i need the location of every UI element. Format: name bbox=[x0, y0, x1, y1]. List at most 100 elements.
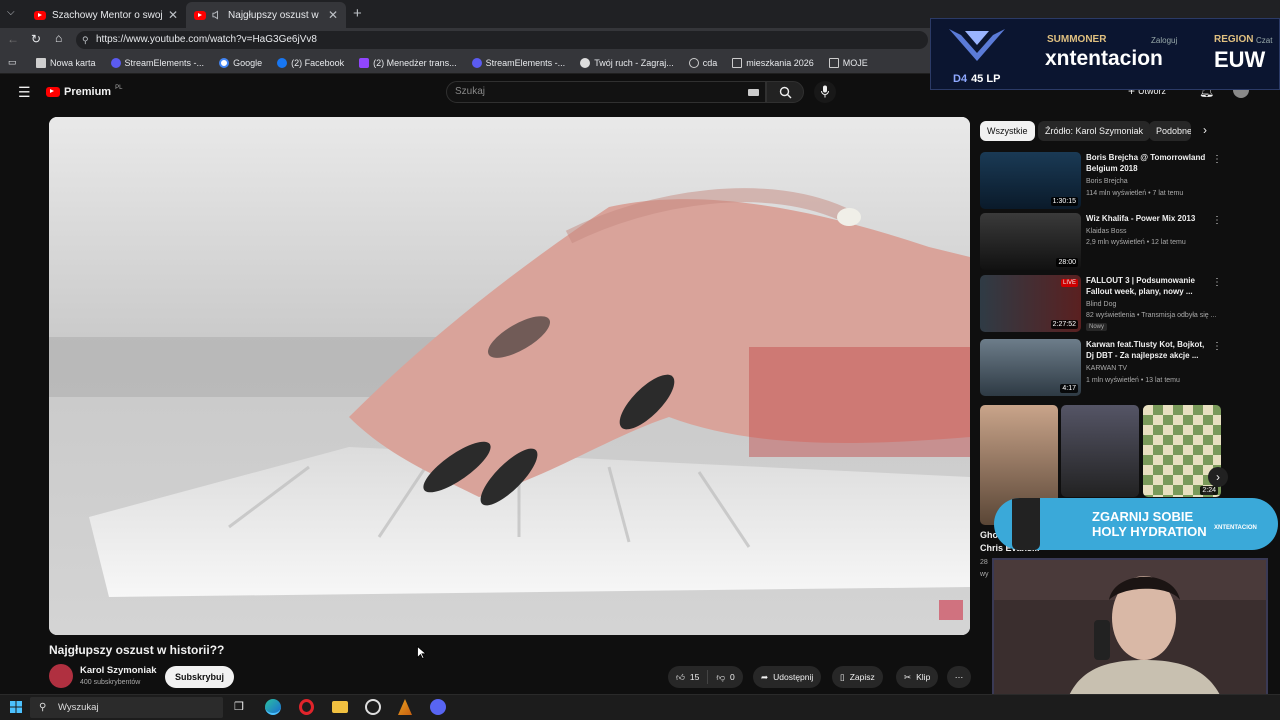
voice-search-button[interactable] bbox=[814, 81, 836, 103]
tab-title: Szachowy Mentor o swojej działalności bbox=[52, 9, 162, 21]
bookmark-chess[interactable]: Twój ruch - Zagraj... bbox=[580, 57, 674, 68]
video-title: Karwan feat.Tlusty Kot, Bojkot, Dj DBT -… bbox=[1086, 340, 1205, 360]
webcam-feed bbox=[994, 560, 1266, 710]
list-item[interactable]: 1:30:15 Boris Brejcha @ Tomorrowland Bel… bbox=[980, 152, 1222, 210]
browser-tab-1[interactable]: Szachowy Mentor o swojej działalności ✕ bbox=[26, 2, 186, 28]
subscribe-button[interactable]: Subskrybuj bbox=[165, 666, 235, 688]
bookmark-facebook[interactable]: (2) Facebook bbox=[277, 57, 344, 68]
list-item[interactable]: LIVE 2:27:52 FALLOUT 3 | Podsumowanie Fa… bbox=[980, 275, 1222, 333]
chess-app-icon[interactable] bbox=[365, 699, 381, 715]
task-view-icon[interactable]: ❒ bbox=[234, 700, 244, 713]
list-item[interactable]: 4:17 Karwan feat.Tlusty Kot, Bojkot, Dj … bbox=[980, 339, 1222, 397]
youtube-logo-icon bbox=[46, 87, 60, 97]
youtube-logo[interactable]: Premium PL bbox=[46, 85, 122, 98]
bookmark-mieszkania[interactable]: mieszkania 2026 bbox=[732, 57, 814, 68]
shorts-next-icon[interactable]: › bbox=[1208, 467, 1228, 487]
region-value: EUW bbox=[1214, 47, 1266, 72]
divider bbox=[707, 670, 709, 684]
like-button[interactable]: 👍︎ 15 bbox=[676, 666, 699, 688]
video-thumbnail[interactable]: 4:17 bbox=[980, 339, 1081, 396]
chip-all[interactable]: Wszystkie bbox=[980, 121, 1035, 141]
keyboard-icon[interactable] bbox=[748, 89, 759, 96]
channel-name: Klaidas Boss bbox=[1086, 228, 1127, 235]
duration-badge: 28:00 bbox=[1056, 258, 1078, 267]
tab-title: Najgłupszy oszust w historii?? bbox=[228, 9, 322, 21]
search-icon bbox=[779, 86, 792, 99]
duration-badge: 2:27:52 bbox=[1050, 320, 1078, 329]
new-tab-icon[interactable]: + bbox=[353, 5, 362, 22]
clip-button[interactable]: ✂ Klip bbox=[896, 666, 939, 688]
edge-icon[interactable] bbox=[265, 699, 281, 715]
app-icon[interactable] bbox=[398, 699, 412, 715]
chevron-right-icon[interactable]: › bbox=[1203, 123, 1207, 137]
duration-badge: 2:24 bbox=[1200, 486, 1218, 495]
shaker-bottle-icon bbox=[1012, 498, 1040, 550]
video-player[interactable] bbox=[49, 117, 970, 635]
channel-avatar[interactable] bbox=[49, 664, 73, 688]
bookmark-twitch[interactable]: (2) Menedżer trans... bbox=[359, 57, 457, 68]
bookmark-streamelements-2[interactable]: StreamElements -... bbox=[471, 57, 565, 68]
more-actions-button[interactable]: ⋯ bbox=[947, 666, 971, 688]
file-explorer-icon[interactable] bbox=[332, 701, 348, 713]
region-label: REGION bbox=[1214, 34, 1254, 45]
summoner-name: xntentacion bbox=[1045, 47, 1163, 70]
url-text: https://www.youtube.com/watch?v=HaG3Ge6j… bbox=[96, 34, 317, 45]
reading-list-icon[interactable]: ▭ bbox=[8, 57, 17, 68]
video-thumbnail[interactable]: LIVE 2:27:52 bbox=[980, 275, 1081, 332]
close-tab-icon[interactable]: ✕ bbox=[168, 8, 178, 22]
live-badge: LIVE bbox=[1060, 279, 1078, 287]
save-button[interactable]: ▯ Zapisz bbox=[832, 666, 883, 688]
tab-list-chevron-icon[interactable]: ⌵ bbox=[7, 7, 15, 18]
search-input[interactable]: Szukaj bbox=[446, 81, 766, 103]
microphone-icon bbox=[821, 85, 829, 98]
taskbar-search[interactable]: ⚲ Wyszukaj bbox=[30, 697, 223, 718]
new-badge: Nowy bbox=[1086, 323, 1108, 331]
menu-icon[interactable]: ☰ bbox=[18, 84, 31, 101]
video-frame-keyboard-typing bbox=[49, 117, 970, 635]
search-button[interactable] bbox=[766, 81, 804, 103]
address-bar[interactable]: ⚲ https://www.youtube.com/watch?v=HaG3Ge… bbox=[76, 31, 928, 49]
bookmark-cda[interactable]: cda bbox=[688, 57, 717, 68]
video-meta: 1 mln wyświetleń • 13 lat temu bbox=[1086, 377, 1180, 384]
opera-icon[interactable] bbox=[299, 699, 314, 715]
close-tab-icon[interactable]: ✕ bbox=[328, 8, 338, 22]
chess-icon bbox=[580, 57, 591, 68]
chip-from-channel[interactable]: Źródło: Karol Szymoniak bbox=[1038, 121, 1151, 141]
site-info-icon[interactable]: ⚲ bbox=[82, 31, 89, 49]
browser-tab-2[interactable]: Najgłupszy oszust w historii?? ✕ bbox=[186, 2, 346, 28]
dislike-button[interactable]: 👎︎ 0 bbox=[716, 666, 734, 688]
more-options-icon[interactable]: ⋮ bbox=[1212, 341, 1222, 352]
video-thumbnail[interactable]: 28:00 bbox=[980, 213, 1081, 270]
like-dislike-group: 👍︎ 15 👎︎ 0 bbox=[668, 666, 743, 688]
duration-badge: 1:30:15 bbox=[1050, 197, 1078, 206]
channel-name[interactable]: Karol Szymoniak bbox=[80, 665, 157, 676]
search-icon: ⚲ bbox=[39, 702, 47, 713]
windows-start-icon[interactable] bbox=[10, 701, 22, 713]
discord-icon[interactable] bbox=[430, 699, 446, 715]
streamelements-icon bbox=[110, 57, 121, 68]
promo-banner: ZGARNIJ SOBIE HOLY HYDRATION XNTENTACION bbox=[994, 498, 1278, 550]
bookmark-streamelements[interactable]: StreamElements -... bbox=[110, 57, 204, 68]
youtube-favicon-icon bbox=[194, 10, 206, 20]
more-horizontal-icon: ⋯ bbox=[954, 672, 964, 682]
video-thumbnail[interactable]: 1:30:15 bbox=[980, 152, 1081, 209]
reload-icon[interactable]: ↻ bbox=[31, 32, 41, 46]
bookmark-google[interactable]: Google bbox=[219, 57, 262, 68]
list-item[interactable]: 28:00 Wiz Khalifa - Power Mix 2013 Klaid… bbox=[980, 213, 1222, 271]
stream-rank-overlay: D4 45 LP SUMMONER xntentacion Zaloguj REG… bbox=[930, 18, 1280, 90]
short-thumbnail[interactable] bbox=[1061, 405, 1139, 497]
thumbs-up-icon: 👍︎ bbox=[676, 672, 685, 682]
speaker-icon[interactable] bbox=[212, 10, 222, 20]
bookmark-nowa-karta[interactable]: Nowa karta bbox=[36, 57, 96, 68]
bookmark-icon: ▯ bbox=[840, 672, 845, 682]
bookmark-moje[interactable]: MOJE bbox=[828, 57, 868, 68]
login-button[interactable]: Zaloguj bbox=[1151, 36, 1177, 45]
more-options-icon[interactable]: ⋮ bbox=[1212, 215, 1222, 226]
more-options-icon[interactable]: ⋮ bbox=[1212, 154, 1222, 165]
share-button[interactable]: ➦ Udostępnij bbox=[753, 666, 822, 688]
back-icon[interactable]: ← bbox=[7, 32, 19, 46]
more-options-icon[interactable]: ⋮ bbox=[1212, 277, 1222, 288]
home-icon[interactable]: ⌂ bbox=[55, 31, 62, 45]
chip-related[interactable]: Podobne bbox=[1149, 121, 1191, 141]
chat-label: Czat bbox=[1256, 36, 1273, 45]
